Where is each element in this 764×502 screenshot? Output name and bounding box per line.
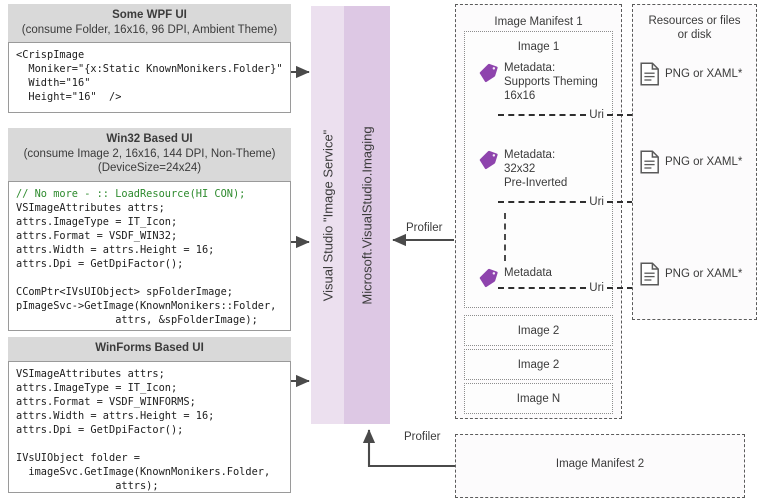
panel-win32-subtitle2: (DeviceSize=24x24) (97, 162, 202, 174)
uri-connector-3: Uri (498, 281, 643, 295)
uri-label-2: Uri (589, 196, 604, 208)
manifest-image-n-label: Image N (516, 393, 561, 405)
profiler-label-bottom: Profiler (404, 431, 441, 443)
manifest-image-2a: Image 2 (464, 315, 613, 346)
document-icon (640, 262, 659, 286)
imaging-assembly-bar: Microsoft.VisualStudio.Imaging (344, 6, 390, 424)
panel-wpf-title: Some WPF UI (112, 9, 187, 21)
resources-title: Resources or files or disk (648, 15, 741, 41)
metadata-entry-2: Metadata: 32x32 Pre-Inverted (478, 148, 567, 191)
manifest-image-2b-label: Image 2 (517, 359, 560, 371)
profiler-label-top: Profiler (406, 222, 443, 234)
panel-winforms-code: VSImageAttributes attrs; attrs.ImageType… (8, 360, 291, 493)
image-manifest-2: Image Manifest 2 (455, 434, 745, 498)
imaging-assembly-label: Microsoft.VisualStudio.Imaging (359, 125, 375, 305)
metadata-entry-2-text: Metadata: 32x32 Pre-Inverted (504, 149, 568, 190)
panel-win32-code-wrap: // No more - :: LoadResource(HI CON); VS… (8, 180, 291, 331)
metadata-entry-1: Metadata: Supports Theming 16x16 (478, 61, 598, 104)
panel-win32-title: Win32 Based UI (106, 133, 193, 145)
resource-item-3-label: PNG or XAML* (665, 268, 743, 280)
panel-win32-comment: // No more - :: LoadResource(HI CON); (16, 187, 246, 200)
metadata-entry-1-text: Metadata: Supports Theming 16x16 (504, 62, 598, 103)
diagram-canvas: Some WPF UI (consume Folder, 16x16, 96 D… (0, 0, 764, 502)
tag-icon (479, 150, 498, 170)
panel-win32-header: Win32 Based UI (consume Image 2, 16x16, … (8, 128, 291, 181)
image-service-label: Visual Studio "Image Service" (320, 129, 336, 301)
panel-win32-code: VSImageAttributes attrs; attrs.ImageType… (16, 201, 277, 327)
uri-dash-left (498, 201, 587, 203)
image-manifest-1-title: Image Manifest 1 (494, 16, 583, 28)
manifest-ellipsis-divider (504, 213, 506, 261)
document-icon (640, 150, 659, 174)
panel-wpf-code: <CrispImage Moniker="{x:Static KnownMoni… (8, 42, 291, 113)
image-manifest-2-title: Image Manifest 2 (555, 458, 645, 470)
uri-connector-1: Uri (498, 108, 643, 122)
panel-winforms: WinForms Based UI VSImageAttributes attr… (8, 337, 291, 493)
uri-label-1: Uri (589, 109, 604, 121)
panel-wpf: Some WPF UI (consume Folder, 16x16, 96 D… (8, 4, 291, 113)
uri-dash-left (498, 287, 587, 289)
manifest-image-1-label: Image 1 (517, 41, 560, 53)
image-service-bar: Visual Studio "Image Service" (311, 6, 344, 424)
panel-win32-subtitle: (consume Image 2, 16x16, 144 DPI, Non-Th… (23, 147, 276, 160)
manifest-image-n: Image N (464, 383, 613, 414)
resource-item-2: PNG or XAML* (640, 150, 742, 174)
panel-win32: Win32 Based UI (consume Image 2, 16x16, … (8, 128, 291, 331)
resource-item-2-label: PNG or XAML* (665, 156, 743, 168)
manifest-image-2b: Image 2 (464, 349, 613, 380)
resource-item-3: PNG or XAML* (640, 262, 742, 286)
uri-label-3: Uri (589, 282, 604, 294)
metadata-entry-3-text: Metadata (504, 267, 552, 279)
panel-wpf-subtitle: (consume Folder, 16x16, 96 DPI, Ambient … (21, 23, 278, 36)
manifest-image-2a-label: Image 2 (517, 325, 560, 337)
tag-icon (479, 268, 498, 288)
uri-dash-left (498, 114, 587, 116)
tag-icon (479, 63, 498, 83)
resource-item-1-label: PNG or XAML* (665, 68, 743, 80)
uri-connector-2: Uri (498, 195, 643, 209)
panel-wpf-header: Some WPF UI (consume Folder, 16x16, 96 D… (8, 4, 291, 42)
resource-item-1: PNG or XAML* (640, 62, 742, 86)
document-icon (640, 62, 659, 86)
panel-winforms-title: WinForms Based UI (95, 342, 204, 354)
panel-winforms-header: WinForms Based UI (8, 337, 291, 361)
